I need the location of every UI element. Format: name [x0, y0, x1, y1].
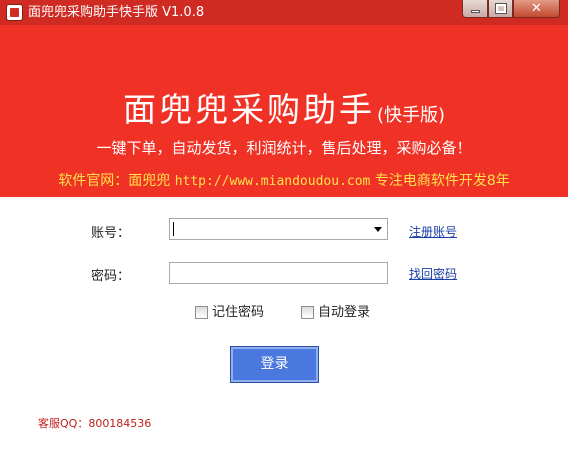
- product-title-main: 面兜兜采购助手: [122, 90, 375, 129]
- product-title: 面兜兜采购助手 (快手版): [0, 83, 568, 131]
- close-icon: ✕: [531, 1, 542, 16]
- official-site-line: 软件官网：面兜兜 http://www.miandoudou.com 专注电商软…: [0, 170, 568, 190]
- password-field[interactable]: [169, 262, 388, 284]
- title-bar[interactable]: 面兜兜采购助手快手版 V1.0.8 ✕: [0, 0, 568, 25]
- auto-login-label: 自动登录: [318, 305, 371, 320]
- official-site-suffix: 专注电商软件开发8年: [374, 173, 510, 189]
- account-combobox[interactable]: [169, 218, 388, 240]
- official-site-prefix: 软件官网：面兜兜: [58, 173, 171, 189]
- minimize-icon: [471, 10, 480, 13]
- window-title: 面兜兜采购助手快手版 V1.0.8: [28, 5, 205, 20]
- customer-service-qq: 客服QQ：800184536: [38, 417, 152, 430]
- close-button[interactable]: ✕: [513, 0, 560, 18]
- product-title-sub: (快手版): [376, 105, 446, 126]
- official-site-url: http://www.miandoudou.com: [174, 174, 371, 189]
- maximize-icon: [495, 3, 507, 14]
- password-label: 密码：: [91, 269, 131, 284]
- app-logo-icon: [6, 4, 23, 21]
- checkbox-box[interactable]: [301, 306, 314, 319]
- minimize-button[interactable]: [462, 0, 488, 18]
- recover-password-link[interactable]: 找回密码: [409, 265, 457, 282]
- remember-password-label: 记住密码: [212, 305, 265, 320]
- maximize-button[interactable]: [488, 0, 513, 18]
- dropdown-arrow-icon[interactable]: [370, 219, 387, 239]
- text-cursor: [173, 222, 174, 236]
- login-button[interactable]: 登录: [230, 346, 319, 383]
- login-window: 面兜兜采购助手快手版 V1.0.8 ✕ 面兜兜采购助手 (快手版) 一键下单，自动…: [0, 0, 568, 449]
- account-label: 账号：: [91, 226, 131, 241]
- header-banner: 面兜兜采购助手 (快手版) 一键下单，自动发货，利润统计，售后处理，采购必备！ 软…: [0, 25, 568, 197]
- checkbox-box[interactable]: [195, 306, 208, 319]
- register-account-link[interactable]: 注册账号: [409, 223, 457, 240]
- feature-tagline: 一键下单，自动发货，利润统计，售后处理，采购必备！: [96, 139, 472, 157]
